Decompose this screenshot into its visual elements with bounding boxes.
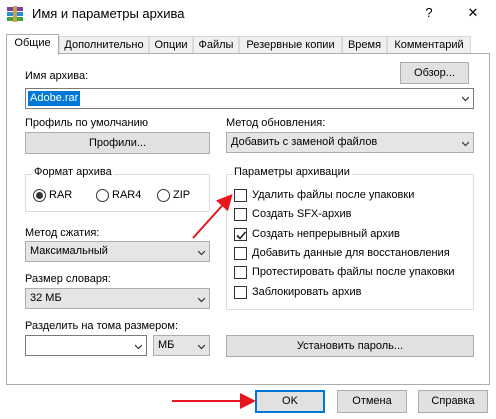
arrow-to-delete-files [192, 194, 233, 239]
annotation-arrows [172, 194, 256, 409]
tab-general[interactable]: Общие [6, 34, 59, 55]
